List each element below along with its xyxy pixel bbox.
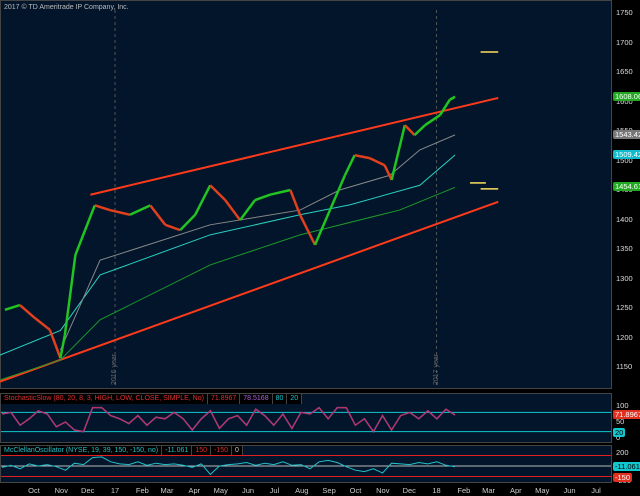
x-tick-label: May [213,486,228,495]
x-tick-label: 18 [432,486,441,495]
price-segment [413,124,426,137]
x-tick-label: Aug [295,486,309,495]
y-tick-label: 1150 [616,362,633,371]
last-price-tag: 1608.06 [613,91,640,101]
y-tick-label: 1650 [616,67,633,76]
last-price-tag: 1454.61 [613,182,640,192]
price-segment [254,193,271,202]
x-tick-label: Apr [509,486,522,495]
chart-marks [0,10,611,477]
x-tick-label: Oct [349,486,362,495]
x-tick-label: Jul [269,486,280,495]
ma-cyan-line [0,154,456,356]
price-segment [83,204,96,231]
price-segment [369,157,386,167]
price-segment [269,188,291,196]
price-segment [403,124,416,136]
channel-lower-line [0,200,499,383]
stochastic-tick: 100 [616,401,629,410]
price-segment [328,174,347,211]
price-segment [129,204,151,216]
price-segment [424,114,441,127]
price-segment [4,303,21,311]
mcclellan-lower-tag: -150 [613,472,633,482]
x-tick-label: Jun [242,486,255,495]
stochastic-level-tag: 20 [613,427,626,437]
price-segment [239,199,257,221]
year-label: 2017 year [432,353,440,385]
y-tick-label: 1700 [616,37,633,47]
x-tick-label: Feb [457,486,471,495]
x-tick-label: Nov [54,486,68,495]
price-segment [343,154,356,176]
y-tick-label: 1400 [616,214,633,224]
y-tick-label: 1300 [616,273,633,283]
price-segment [194,184,212,216]
x-tick-label: Jul [591,486,601,495]
y-tick-label: 1200 [616,332,633,342]
x-tick-label: May [535,486,550,495]
y-tick-label: 1750 [616,8,633,17]
price-segment [224,199,242,221]
mcclellan-tick: 200 [616,448,629,457]
y-tick-label: 1250 [616,303,633,312]
price-segment [383,164,393,181]
price-segment [179,213,197,231]
price-segment [439,99,451,116]
x-tick-label: 17 [110,486,120,495]
x-tick-label: Sep [322,486,336,495]
price-segment [164,223,181,232]
x-tick-label: Feb [135,486,149,495]
price-segment [354,153,370,160]
mcclellan-value-tag: -11.061 [613,461,640,471]
price-segment [298,214,317,246]
price-segment [390,124,407,181]
y-tick-label: 1350 [616,244,633,253]
x-tick-label: Mar [482,486,495,495]
price-segment [449,95,456,101]
x-tick-label: Mar [160,486,174,495]
ma-green-line [0,186,456,381]
x-tick-label: Jun [563,486,576,495]
stochastic-value-tag: 71.8967 [613,409,640,419]
price-segment [48,329,62,359]
price-segment [149,204,167,226]
last-price-tag: 1543.42 [613,129,640,139]
x-tick-label: Apr [188,486,201,495]
price-segment [34,317,51,331]
stochastic-d-line [1,406,456,433]
price-segment [19,304,36,319]
x-tick-label: Oct [28,486,40,495]
price-segment [209,184,227,201]
year-label: 2016 year [111,353,119,385]
price-segment [63,254,77,336]
last-price-tag: 1509.42 [613,149,640,159]
price-segment [94,204,111,212]
x-tick-label: Nov [376,486,390,495]
price-segment [74,229,87,256]
x-tick-label: Dec [81,486,95,495]
x-tick-label: Dec [402,486,416,495]
price-segment [109,208,131,216]
price-segment [59,334,67,359]
